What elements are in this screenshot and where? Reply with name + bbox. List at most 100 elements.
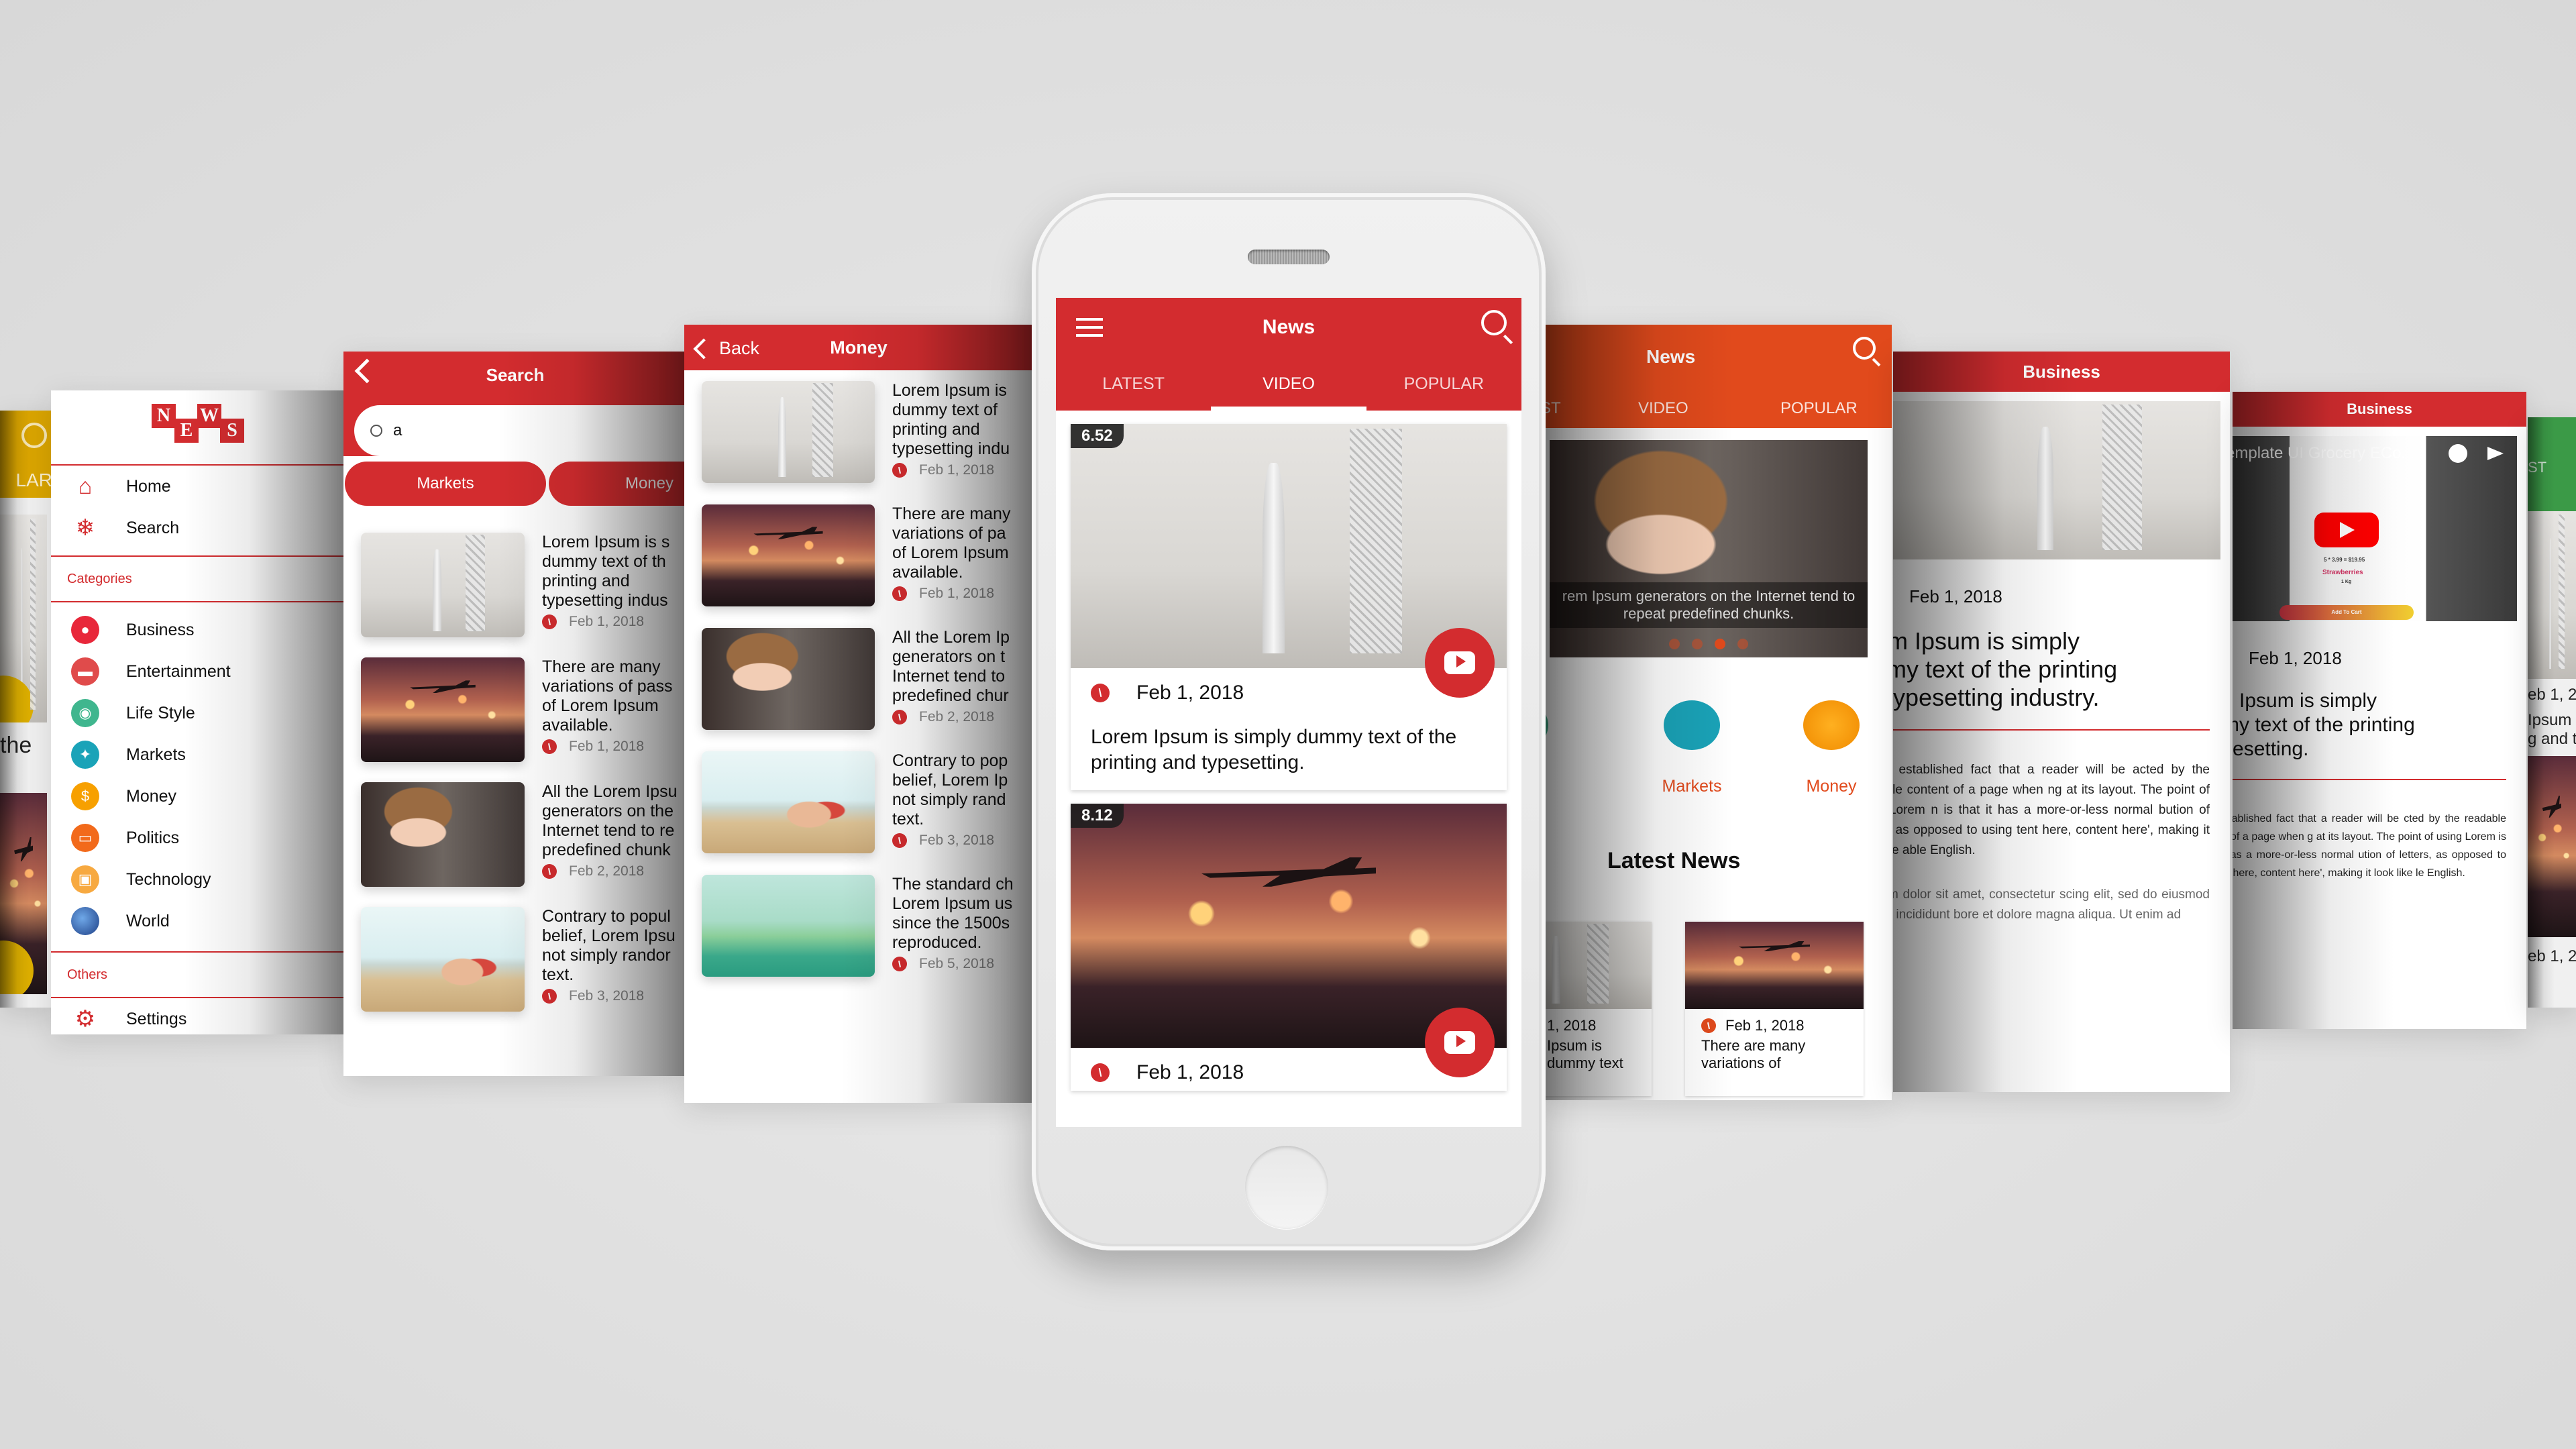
list-item[interactable]: The standard ch Lorem Ipsum us since the… [684, 875, 1033, 977]
latest-news-card[interactable]: Feb 1, 2018 There are many variations of [1685, 922, 1864, 1096]
article-list: Lorem Ipsum is dummy text of printing an… [684, 370, 1033, 977]
article-title-line: There are many [542, 657, 661, 676]
carousel-dot-active[interactable] [1715, 639, 1725, 649]
drawer-item-politics[interactable]: ▭ Politics [51, 817, 346, 859]
article-thumbnail [702, 751, 875, 853]
drawer-item-technology[interactable]: ▣ Technology [51, 859, 346, 900]
play-icon[interactable] [0, 941, 34, 994]
list-item[interactable]: All the Lorem Ipsu generators on the Int… [343, 782, 687, 887]
tab-popular-fragment[interactable]: LAR [16, 470, 52, 491]
article-thumbnail [702, 504, 875, 606]
video-thumbnail[interactable] [2528, 756, 2576, 937]
carousel-dot[interactable] [1692, 639, 1703, 649]
search-input[interactable]: a [354, 405, 687, 456]
screen-title: Search [486, 364, 545, 385]
drawer-item-settings[interactable]: ⚙ Settings [51, 998, 346, 1034]
category-money[interactable]: Money [1778, 700, 1885, 796]
youtube-play-icon[interactable] [1425, 1008, 1495, 1077]
list-item[interactable]: Lorem Ipsum is s dummy text of th printi… [343, 533, 687, 637]
phone-home-button[interactable] [1245, 1146, 1328, 1229]
share-icon[interactable] [2487, 447, 2504, 460]
video-thumbnail[interactable] [0, 515, 47, 722]
app-bar: Business [1893, 352, 2230, 392]
video-card[interactable]: 8.12 Feb 1, 2018 [1071, 804, 1507, 1091]
article-date: Feb 2, 2018 [919, 709, 995, 724]
screen-title: Business [2023, 361, 2100, 382]
search-icon[interactable] [1481, 310, 1507, 335]
category-markets[interactable]: Markets [1638, 700, 1746, 796]
drawer-item-search[interactable]: ❄ Search [51, 507, 346, 549]
drawer-item-money[interactable]: $ Money [51, 775, 346, 817]
embedded-video-player[interactable]: emplate UI Grocery ECo... 5 * 3.99 = $19… [2233, 436, 2517, 621]
article-title-line: Lorem Ipsum us [892, 894, 1013, 913]
tab-video[interactable]: VIDEO [1211, 357, 1366, 411]
drawer-item-entertainment[interactable]: ▬ Entertainment [51, 651, 346, 692]
drawer-item-label: Markets [126, 745, 186, 764]
drawer-item-home[interactable]: ⌂ Home [51, 466, 346, 507]
list-item[interactable]: There are many variations of pa of Lorem… [684, 504, 1033, 606]
list-item[interactable]: All the Lorem Ip generators on t Interne… [684, 628, 1033, 730]
headline-line: mmy text of the printing [1893, 655, 2118, 683]
article-text-fragment: Ipsum [2528, 711, 2572, 729]
tab-latest-fragment[interactable]: ST [2528, 459, 2546, 476]
article-date: Feb 2, 2018 [569, 863, 645, 879]
category-label: Money [1806, 777, 1857, 796]
drawer-item-life-style[interactable]: ◉ Life Style [51, 692, 346, 734]
drawer-item-world[interactable]: World [51, 900, 346, 942]
clock-icon [542, 739, 557, 755]
video-thumbnail[interactable] [1071, 804, 1507, 1048]
hamburger-menu-icon[interactable] [1076, 318, 1103, 337]
video-thumbnail[interactable] [0, 793, 47, 994]
chip-money[interactable]: Money [549, 462, 687, 506]
article-date: Feb 1, 2018 [1909, 586, 2002, 606]
article-title-line: Internet tend to [892, 667, 1006, 686]
video-card[interactable]: 6.52 Feb 1, 2018 Lorem Ipsum is simply d… [1071, 424, 1507, 790]
article-date: Feb 3, 2018 [919, 833, 995, 848]
logo-letter: W [197, 404, 221, 428]
drawer-item-label: Politics [126, 828, 180, 847]
article-date: Feb 1, 2018 [2249, 648, 2342, 668]
list-item[interactable]: Contrary to popul belief, Lorem Ipsu not… [343, 907, 687, 1012]
watch-later-icon[interactable] [2449, 444, 2467, 463]
chip-markets[interactable]: Markets [345, 462, 546, 506]
article-date: 1, 2018 [1547, 1017, 1597, 1034]
headline-line: em Ipsum is simply [2233, 690, 2377, 712]
video-date: Feb 1, 2018 [1136, 682, 1244, 704]
play-icon[interactable] [0, 676, 34, 722]
back-chevron-icon[interactable] [354, 358, 380, 384]
article-title-line: available. [892, 563, 963, 582]
tab-video[interactable]: VIDEO [1638, 399, 1688, 418]
article-body-secondary: n ipsum dolor sit amet, consectetur scin… [1893, 888, 2210, 922]
search-bar: a [343, 398, 687, 456]
youtube-play-icon[interactable] [1425, 628, 1495, 698]
carousel-dot[interactable] [1669, 639, 1680, 649]
list-item[interactable]: There are many variations of pass of Lor… [343, 657, 687, 762]
article-thumbnail [702, 628, 875, 730]
drawer-item-business[interactable]: ● Business [51, 609, 346, 651]
search-icon[interactable] [1853, 337, 1876, 360]
video-thumbnail[interactable] [2528, 511, 2576, 679]
drawer-item-markets[interactable]: ✦ Markets [51, 734, 346, 775]
globe-icon [71, 907, 99, 935]
carousel-dot[interactable] [1737, 639, 1748, 649]
search-icon[interactable] [21, 423, 47, 448]
article-title-line: All the Lorem Ipsu [542, 782, 678, 801]
yellow-theme-screen: LAR the [0, 411, 52, 1008]
article-title-line: not simply randor [542, 946, 671, 965]
drawer-item-label: Entertainment [126, 661, 231, 681]
tab-popular[interactable]: POPULAR [1780, 399, 1858, 418]
article-title-line: available. [542, 716, 613, 735]
latest-news-card[interactable]: 1, 2018 Ipsum is dummy text [1540, 922, 1652, 1096]
featured-carousel[interactable]: rem Ipsum generators on the Internet ten… [1550, 440, 1868, 657]
tab-latest[interactable]: LATEST [1056, 357, 1211, 411]
app-bar: Back Money [684, 325, 1033, 370]
video-thumbnail[interactable] [1071, 424, 1507, 668]
list-item[interactable]: Lorem Ipsum is dummy text of printing an… [684, 381, 1033, 483]
category-shortcuts: yle Markets Money [1540, 700, 1892, 801]
back-button[interactable]: Back [696, 338, 759, 359]
video-title: emplate UI Grocery ECo... [2233, 444, 2415, 462]
article-title-line: text. [892, 810, 924, 828]
tab-popular[interactable]: POPULAR [1366, 357, 1521, 411]
list-item[interactable]: Contrary to pop belief, Lorem Ip not sim… [684, 751, 1033, 853]
youtube-play-icon[interactable] [2314, 513, 2379, 547]
